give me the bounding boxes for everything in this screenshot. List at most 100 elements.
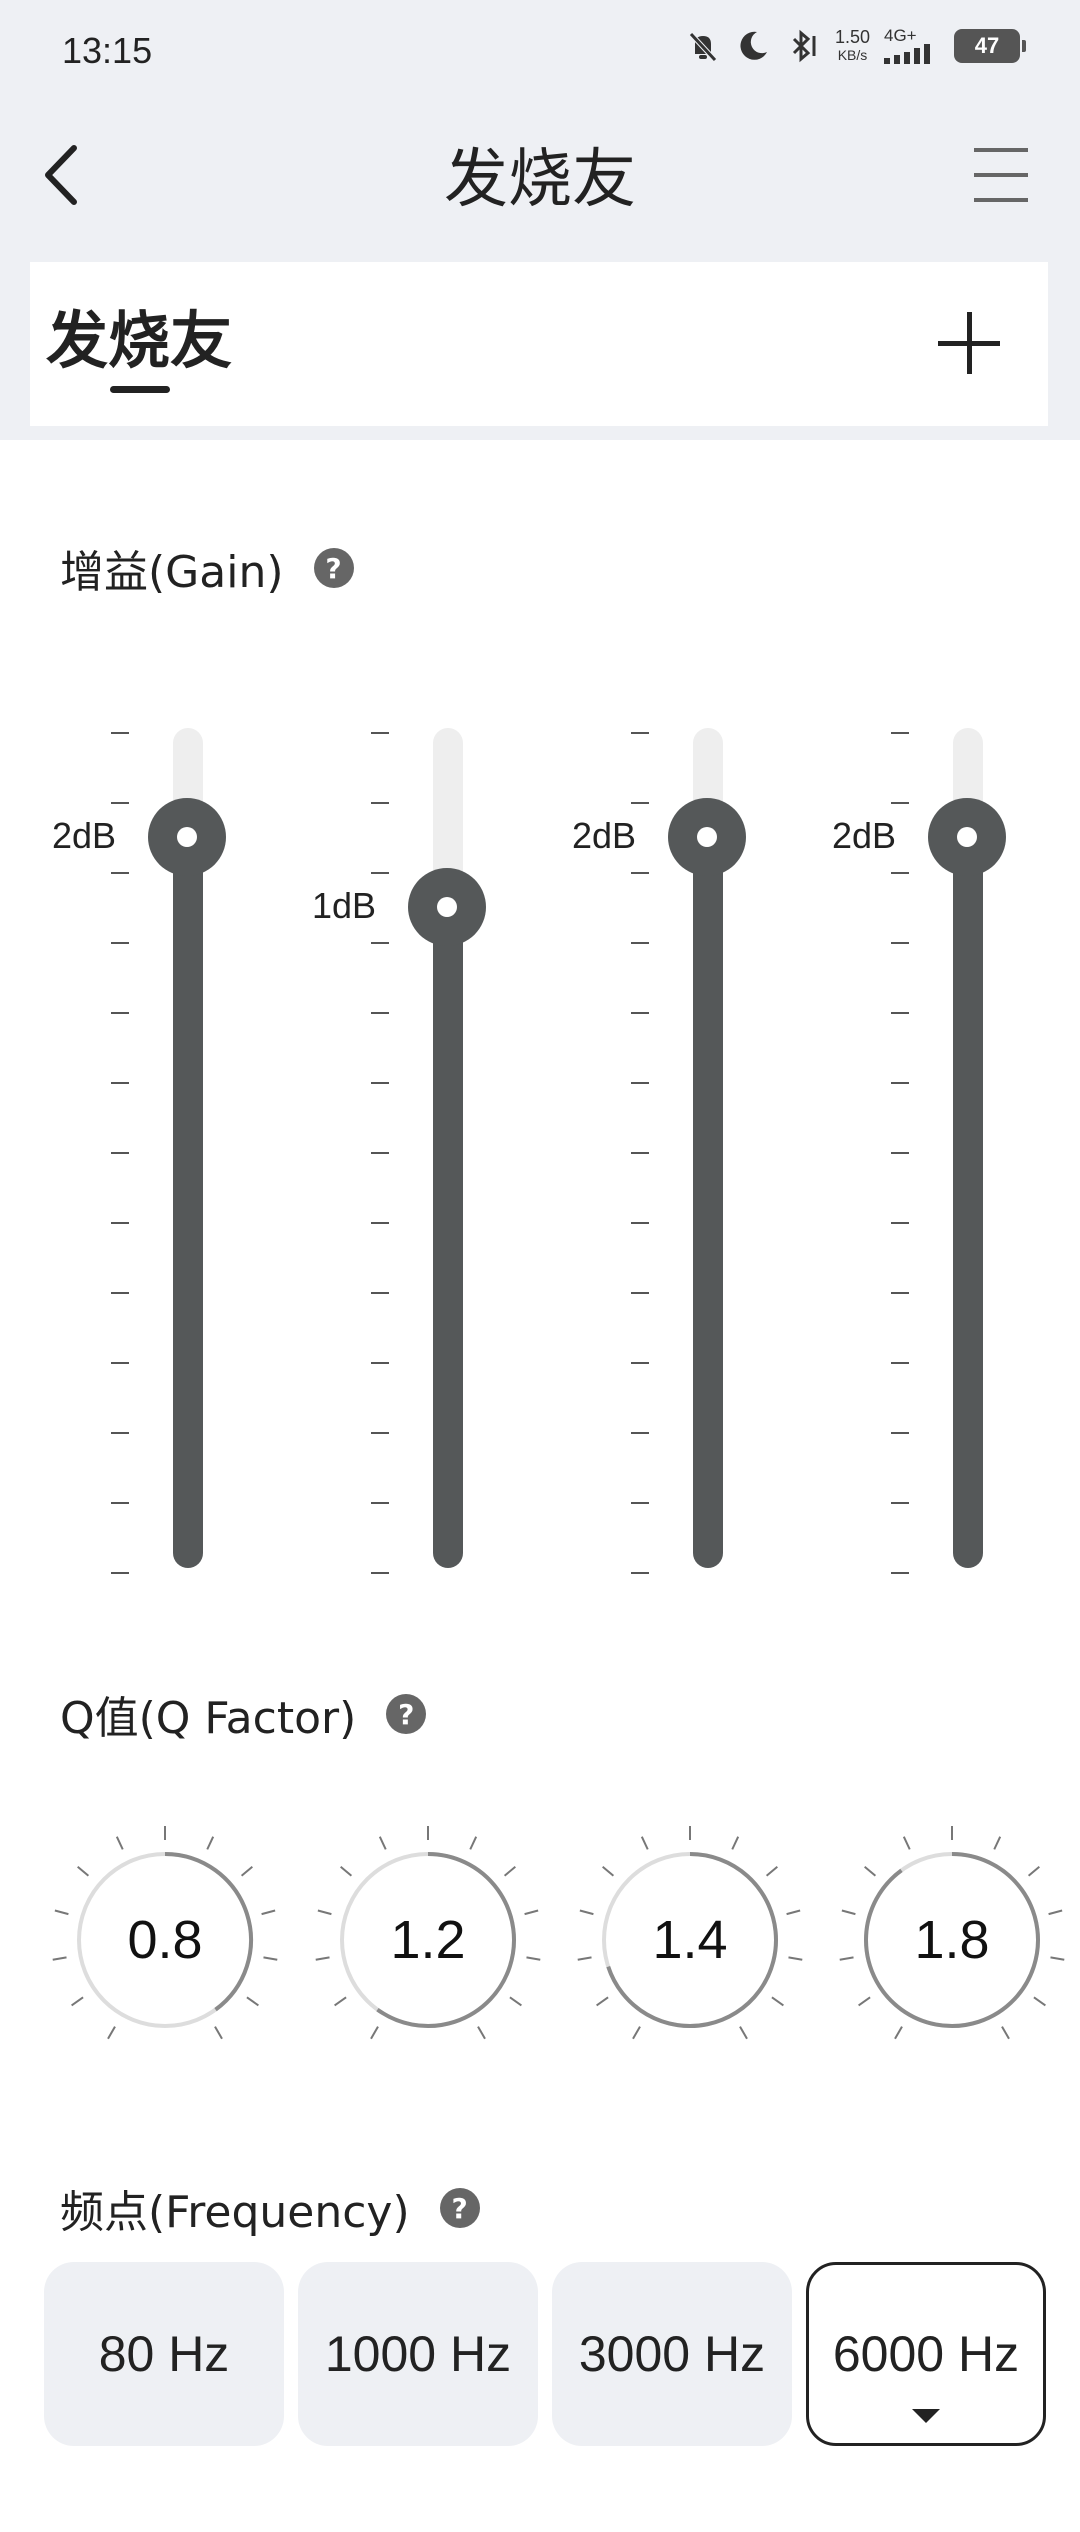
gain-tick [891,1432,909,1434]
gain-tick [891,1152,909,1154]
frequency-option-label: 3000 Hz [578,2326,766,2382]
gain-value-label: 2dB [51,815,116,856]
q-knob-3[interactable]: 1.4 [570,1820,810,2060]
gain-tick [631,1572,649,1574]
gain-tick [111,732,129,734]
gain-slider-thumb[interactable] [668,798,746,876]
gain-tick [111,942,129,944]
gain-tick [631,1432,649,1434]
gain-tick [631,1152,649,1154]
gain-tick [371,942,389,944]
gain-slider-1[interactable] [111,722,226,1574]
gain-tick [891,1502,909,1504]
add-preset-button[interactable] [934,308,1004,378]
q-knob-value: 1.4 [652,1910,728,1970]
gain-tick [891,732,909,734]
gain-tick [631,732,649,734]
gain-tick [891,802,909,804]
q-title: Q值(Q Factor) [60,1693,357,1744]
frequency-option-label: 80 Hz [98,2326,230,2382]
gain-value-label: 2dB [831,815,896,856]
gain-tick [891,1362,909,1364]
gain-tick [631,1082,649,1084]
net-speed: 1.50 KB/s [835,28,870,64]
preset-tab-bar: 发烧友 [30,262,1048,426]
gain-slider-3[interactable] [631,722,746,1574]
status-time: 13:15 [62,30,153,71]
gain-tick [891,1012,909,1014]
gain-tick [371,1292,389,1294]
gain-tick [371,732,389,734]
menu-button[interactable] [972,146,1030,204]
gain-tick [111,1572,129,1574]
bluetooth-icon [792,29,816,63]
q-section-title: Q值(Q Factor) ? [60,1682,427,1746]
plus-icon [938,312,1000,374]
gain-tick [111,1432,129,1434]
q-knob-1[interactable]: 0.8 [45,1820,285,2060]
q-knob-2[interactable]: 1.2 [308,1820,548,2060]
gain-tick [891,1082,909,1084]
gain-tick [891,872,909,874]
cellular: 4G+ [884,26,940,64]
gain-slider-thumb[interactable] [928,798,1006,876]
q-help-icon[interactable]: ? [386,1694,427,1734]
gain-tick [371,1572,389,1574]
signal-icon [884,44,930,64]
gain-help-icon[interactable]: ? [313,548,354,588]
gain-tick [111,802,129,804]
frequency-option-label: 1000 Hz [324,2326,512,2382]
mute-bell-icon [689,32,717,62]
gain-tick [111,1362,129,1364]
frequency-option-3[interactable]: 3000 Hz [552,2262,792,2446]
gain-tick [111,1152,129,1154]
frequency-title: 频点(Frequency) [60,2187,410,2238]
q-knob-4[interactable]: 1.8 [832,1820,1072,2060]
gain-tick [631,802,649,804]
gain-tick [631,942,649,944]
gain-tick [371,1152,389,1154]
status-icons: 1.50 KB/s 4G+ 47 [685,26,1026,64]
gain-slider-ticks [371,722,391,1574]
net-speed-value: 1.50 [834,27,870,47]
gain-slider-thumb[interactable] [148,798,226,876]
menu-icon [974,148,1028,202]
gain-slider-2[interactable] [371,722,486,1574]
network-type: 4G+ [884,26,917,45]
gain-tick [371,872,389,874]
gain-slider-thumb[interactable] [408,868,486,946]
gain-tick [371,1012,389,1014]
gain-tick [371,1082,389,1084]
gain-tick [111,1082,129,1084]
back-button[interactable] [38,140,88,210]
caret-down-icon [912,2409,940,2423]
gain-tick [891,1572,909,1574]
tab-active-indicator [110,386,170,393]
q-knob-value: 1.8 [914,1910,990,1970]
gain-slider-fill [693,837,723,1568]
frequency-option-label: 6000 Hz [832,2326,1020,2382]
gain-value-label: 1dB [311,885,376,926]
gain-tick [631,1362,649,1364]
gain-tick [631,1222,649,1224]
gain-tick [371,1432,389,1434]
gain-value-label: 2dB [571,815,636,856]
gain-slider-fill [953,837,983,1568]
gain-slider-4[interactable] [891,722,1006,1574]
gain-section-title: 增益(Gain) ? [60,536,354,600]
frequency-option-4[interactable]: 6000 Hz [806,2262,1046,2446]
q-knob-value: 1.2 [390,1910,466,1970]
gain-title: 增益(Gain) [60,547,284,598]
gain-slider-fill [433,907,463,1568]
tab-preset[interactable]: 发烧友 [46,290,232,380]
gain-tick [891,1222,909,1224]
gain-tick [891,942,909,944]
frequency-option-1[interactable]: 80 Hz [44,2262,284,2446]
frequency-section-title: 频点(Frequency) ? [60,2176,480,2240]
frequency-help-icon[interactable]: ? [439,2188,480,2228]
battery-icon: 47 [954,29,1026,63]
gain-tick [111,872,129,874]
gain-tick [111,1222,129,1224]
frequency-option-2[interactable]: 1000 Hz [298,2262,538,2446]
gain-tick [371,1362,389,1364]
